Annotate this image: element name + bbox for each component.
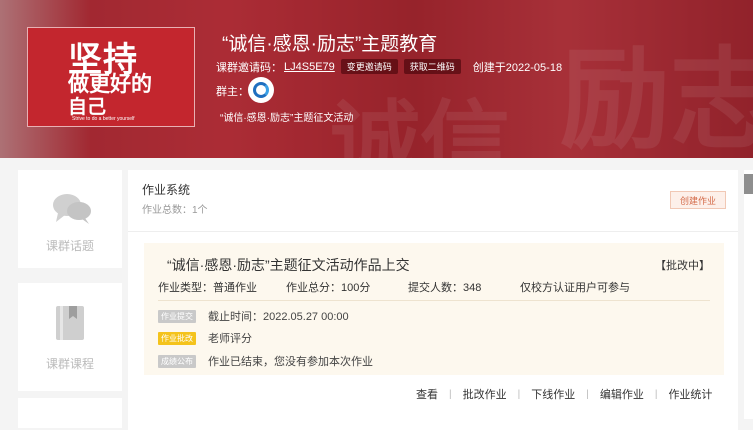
edit-homework-button[interactable]: 编辑作业: [600, 386, 644, 402]
sidebar-item-more[interactable]: [18, 398, 122, 428]
course-title: “诚信·感恩·励志”主题教育: [222, 34, 438, 55]
homework-card: “诚信·感恩·励志”主题征文活动作品上交 【批改中】 作业类型：普通作业 作业总…: [144, 243, 724, 375]
invite-code[interactable]: LJ4S5E79: [284, 61, 335, 73]
step-tag: 作业提交: [158, 309, 196, 323]
book-icon: [56, 306, 84, 340]
step-text: 老师评分: [208, 333, 252, 345]
homework-type: 作业类型：普通作业: [158, 282, 257, 294]
course-activity-name: “诚信·感恩·励志”主题征文活动: [220, 113, 354, 124]
homework-actions: 查看 | 批改作业 | 下线作业 | 编辑作业 | 作业统计: [416, 386, 712, 402]
homework-system-title: 作业系统: [142, 183, 191, 197]
school-logo-icon: [253, 82, 269, 98]
homework-panel: 作业系统 作业总数：1个 创建作业 “诚信·感恩·励志”主题征文活动作品上交 【…: [128, 170, 738, 430]
create-homework-button[interactable]: 创建作业: [670, 191, 726, 209]
owner-avatar[interactable]: [248, 77, 274, 103]
course-info-row: 课群邀请码： LJ4S5E79 变更邀请码 获取二维码 创建于2022-05-1…: [216, 59, 562, 74]
homework-title[interactable]: “诚信·感恩·励志”主题征文活动作品上交: [167, 255, 410, 275]
get-qr-code-button[interactable]: 获取二维码: [403, 59, 461, 74]
homework-score: 作业总分：100分: [286, 282, 371, 294]
step-grade: 作业批改 老师评分: [158, 331, 252, 345]
view-button[interactable]: 查看: [416, 386, 438, 402]
homework-total: 作业总数：1个: [142, 205, 208, 216]
divider: [128, 231, 738, 232]
grade-homework-button[interactable]: 批改作业: [463, 386, 507, 402]
step-text: 作业已结束，您没有参加本次作业: [208, 356, 373, 368]
step-publish: 成绩公布 作业已结束，您没有参加本次作业: [158, 354, 373, 368]
invite-label: 课群邀请码：: [216, 61, 282, 74]
submitter-count: 提交人数：348: [408, 282, 482, 294]
sidebar-item-label: 课群话题: [45, 239, 94, 253]
access-note: 仅校方认证用户可参与: [520, 282, 630, 294]
change-invite-code-button[interactable]: 变更邀请码: [340, 59, 398, 74]
owner-label: 群主：: [216, 86, 249, 98]
chat-bubbles-icon: [53, 194, 91, 224]
step-submit: 作业提交 截止时间：2022.05.27 00:00: [158, 309, 349, 323]
sidebar-item-courses[interactable]: 课群课程: [18, 283, 122, 391]
step-text: 截止时间：2022.05.27 00:00: [208, 311, 349, 323]
sidebar-item-topics[interactable]: 课群话题: [18, 170, 122, 268]
homework-stats-button[interactable]: 作业统计: [668, 386, 712, 402]
course-cover-image: 坚持 做更好的 自己 Strive to do a better yoursel…: [27, 27, 195, 127]
right-panel-edge: [744, 170, 753, 419]
thumbnail: [744, 174, 753, 194]
sidebar-item-label: 课群课程: [45, 357, 94, 371]
step-tag: 作业批改: [158, 331, 196, 345]
created-date: 创建于2022-05-18: [472, 61, 563, 74]
step-tag: 成绩公布: [158, 354, 196, 368]
divider: [158, 300, 710, 301]
offline-homework-button[interactable]: 下线作业: [531, 386, 575, 402]
status-badge: 【批改中】: [655, 260, 710, 272]
